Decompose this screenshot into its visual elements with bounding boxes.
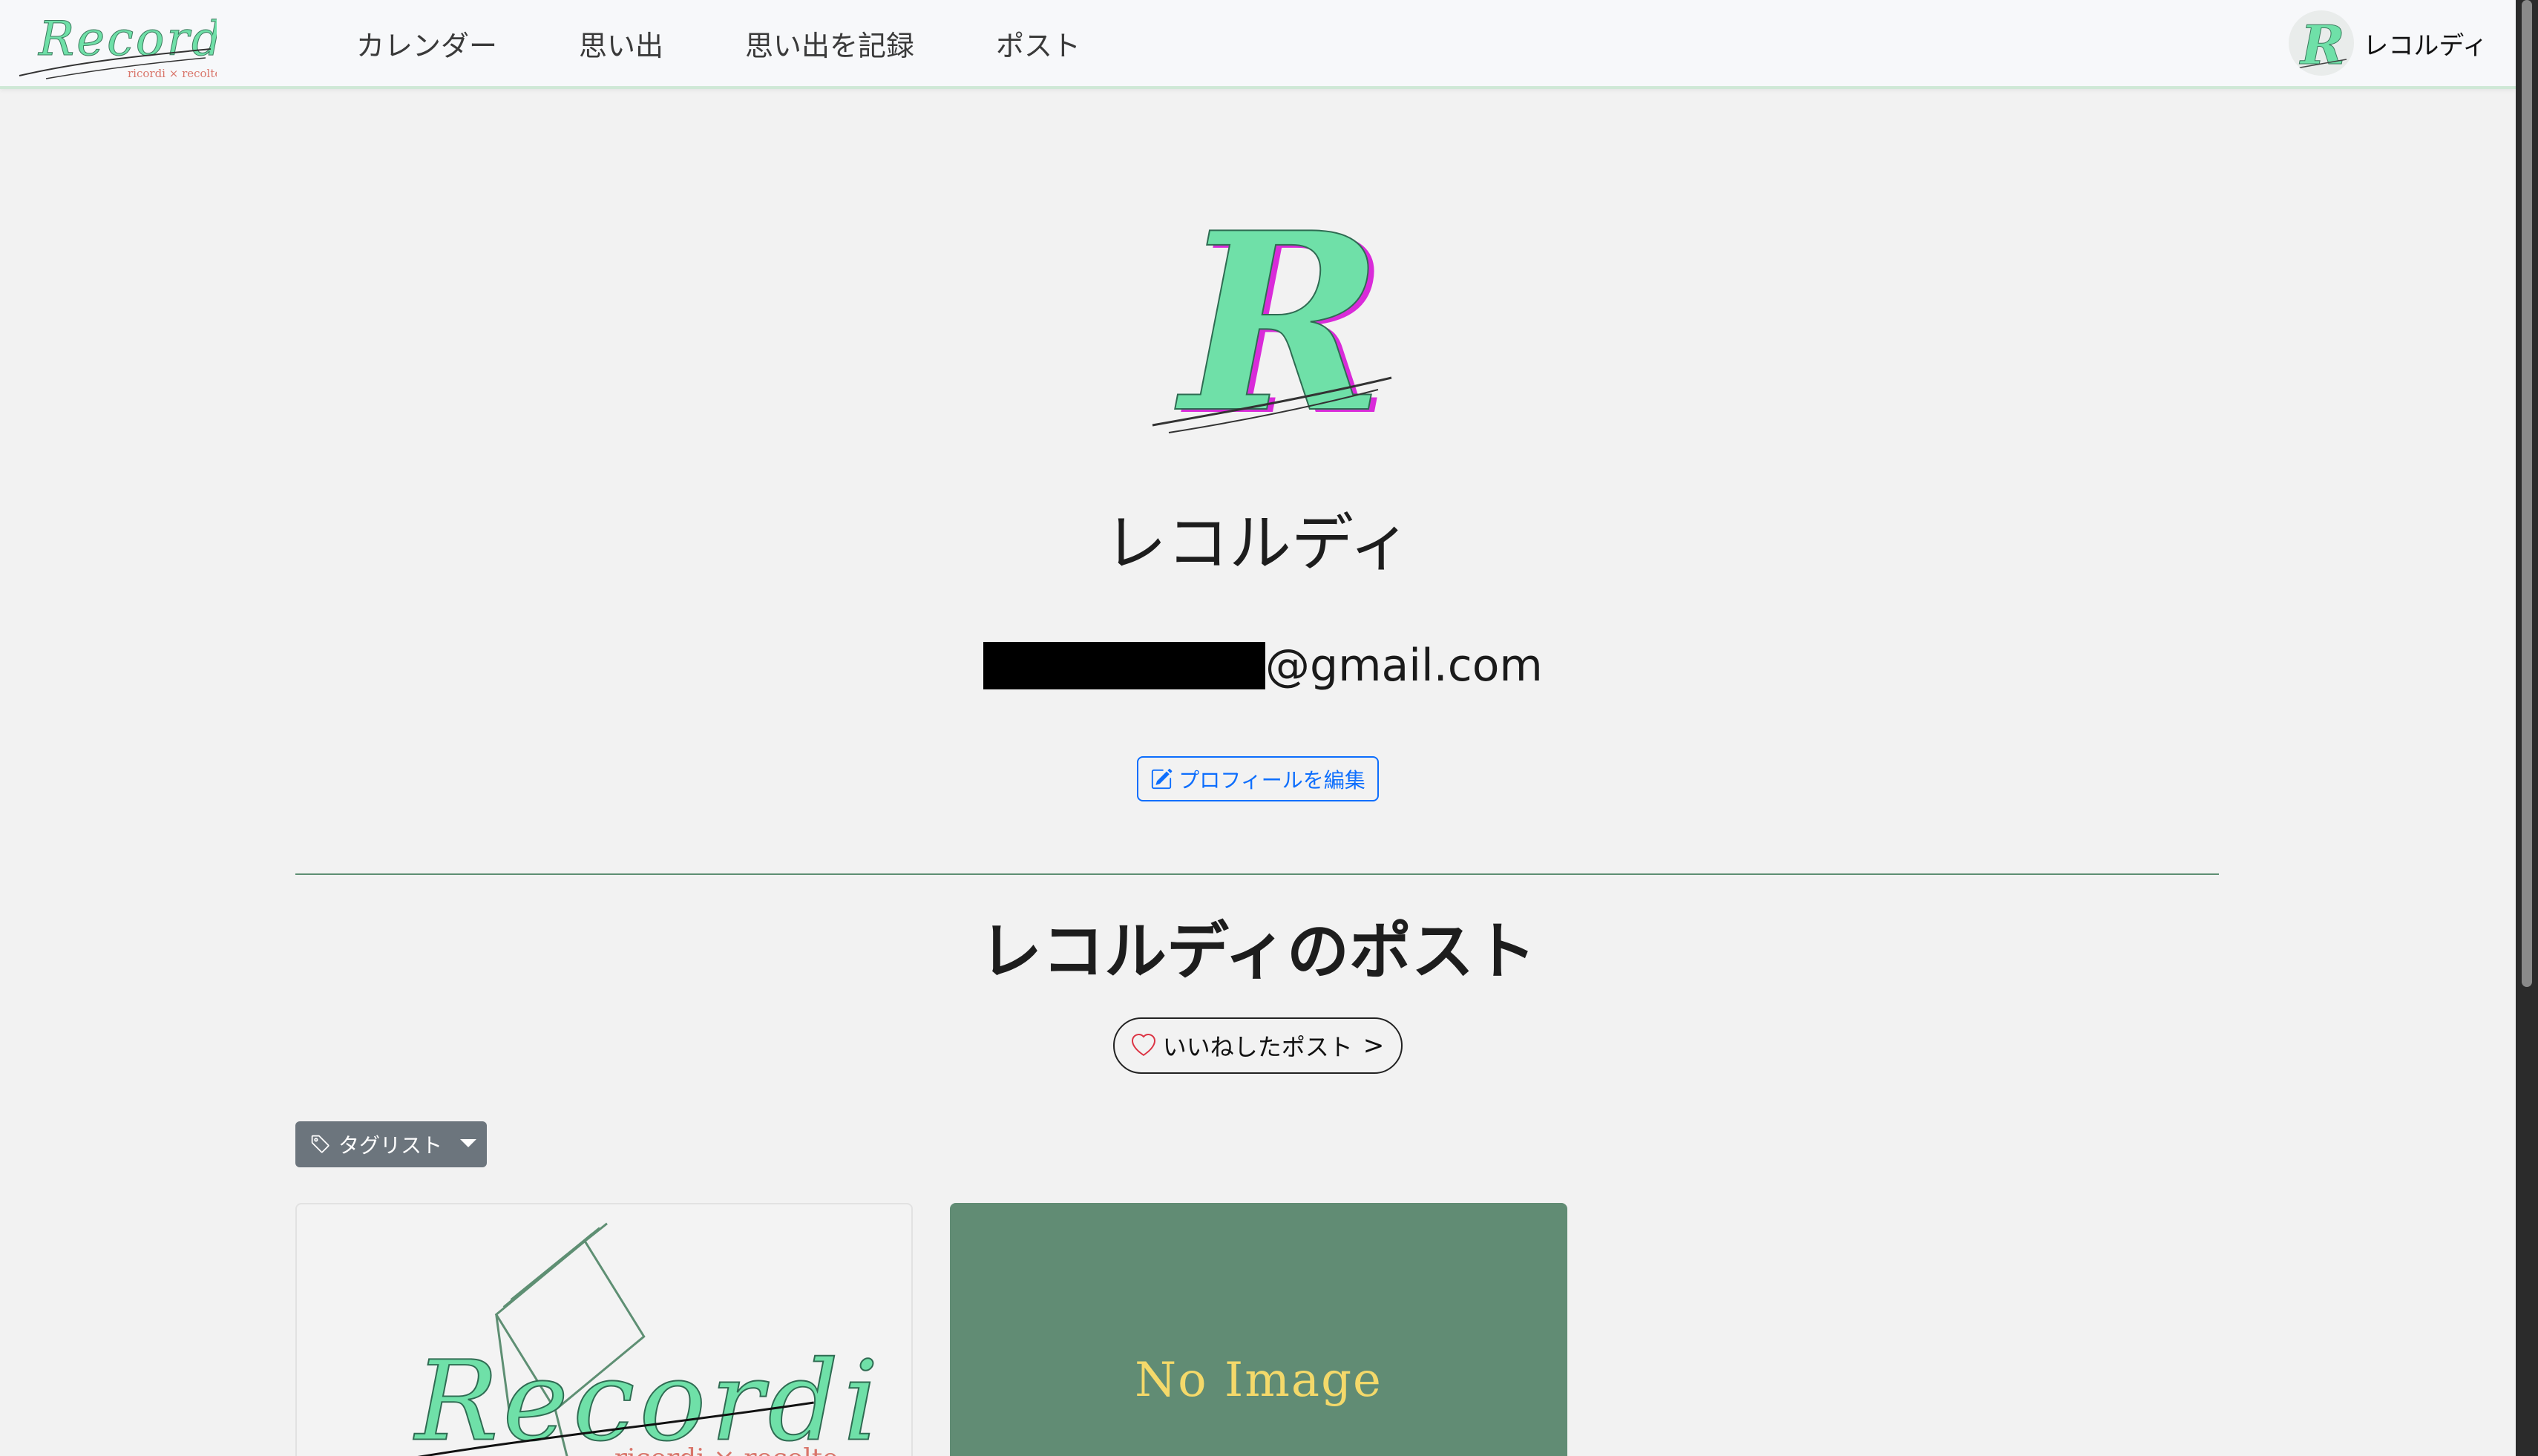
user-name[interactable]: レコルディ (2363, 25, 2488, 62)
edit-profile-label: プロフィールを編集 (1178, 767, 1365, 793)
no-image-placeholder: No Image (1135, 1353, 1383, 1408)
post-card[interactable]: No Image (950, 1203, 1567, 1456)
scrollbar-thumb[interactable] (2522, 0, 2532, 987)
tag-list-dropdown[interactable]: タグリスト (295, 1121, 487, 1167)
email-redaction (983, 642, 1265, 689)
top-navbar: Recordi ricordi × recolte カレンダー 思い出 思い出を… (0, 0, 2516, 89)
card-image-subtitle: ricordi × recolte (614, 1443, 838, 1456)
nav-link-memories[interactable]: 思い出 (579, 23, 663, 64)
posts-section-title: レコルディのポスト (979, 915, 1537, 988)
heart-icon (1131, 1034, 1155, 1056)
brand-subtext: ricordi × recolte (128, 67, 217, 80)
liked-posts-button[interactable]: いいねしたポスト > (1113, 1017, 1403, 1074)
profile-email: @gmail.com (983, 640, 1543, 692)
edit-profile-button[interactable]: プロフィールを編集 (1137, 756, 1379, 801)
page-scrollbar[interactable] (2516, 0, 2538, 1456)
post-card[interactable]: Recordi ricordi × recolte (295, 1203, 913, 1456)
email-domain: @gmail.com (1265, 640, 1543, 692)
nav-link-calendar[interactable]: カレンダー (356, 23, 497, 64)
tag-list-label: タグリスト (338, 1133, 443, 1158)
svg-text:R: R (1173, 189, 1385, 445)
main-nav: カレンダー 思い出 思い出を記録 ポスト (356, 0, 1162, 86)
nav-link-posts[interactable]: ポスト (996, 23, 1081, 64)
brand-logo[interactable]: Recordi ricordi × recolte (16, 6, 240, 83)
edit-icon (1152, 768, 1173, 789)
brand-text: Recordi (38, 12, 217, 67)
post-image: Recordi ricordi × recolte (412, 1222, 883, 1456)
nav-link-record-memory[interactable]: 思い出を記録 (745, 23, 914, 64)
tag-icon (311, 1135, 329, 1153)
profile-name: レコルディ (1104, 507, 1412, 580)
user-menu[interactable]: R レコルディ (2289, 0, 2488, 86)
liked-posts-label: いいねしたポスト (1162, 1033, 1353, 1061)
chevron-right-icon: > (1363, 1031, 1385, 1060)
profile-avatar: R R (1139, 178, 1406, 470)
caret-down-icon (460, 1138, 477, 1147)
avatar[interactable]: R (2289, 10, 2355, 76)
section-divider (295, 873, 2219, 875)
card-image-title: Recordi (413, 1338, 883, 1456)
